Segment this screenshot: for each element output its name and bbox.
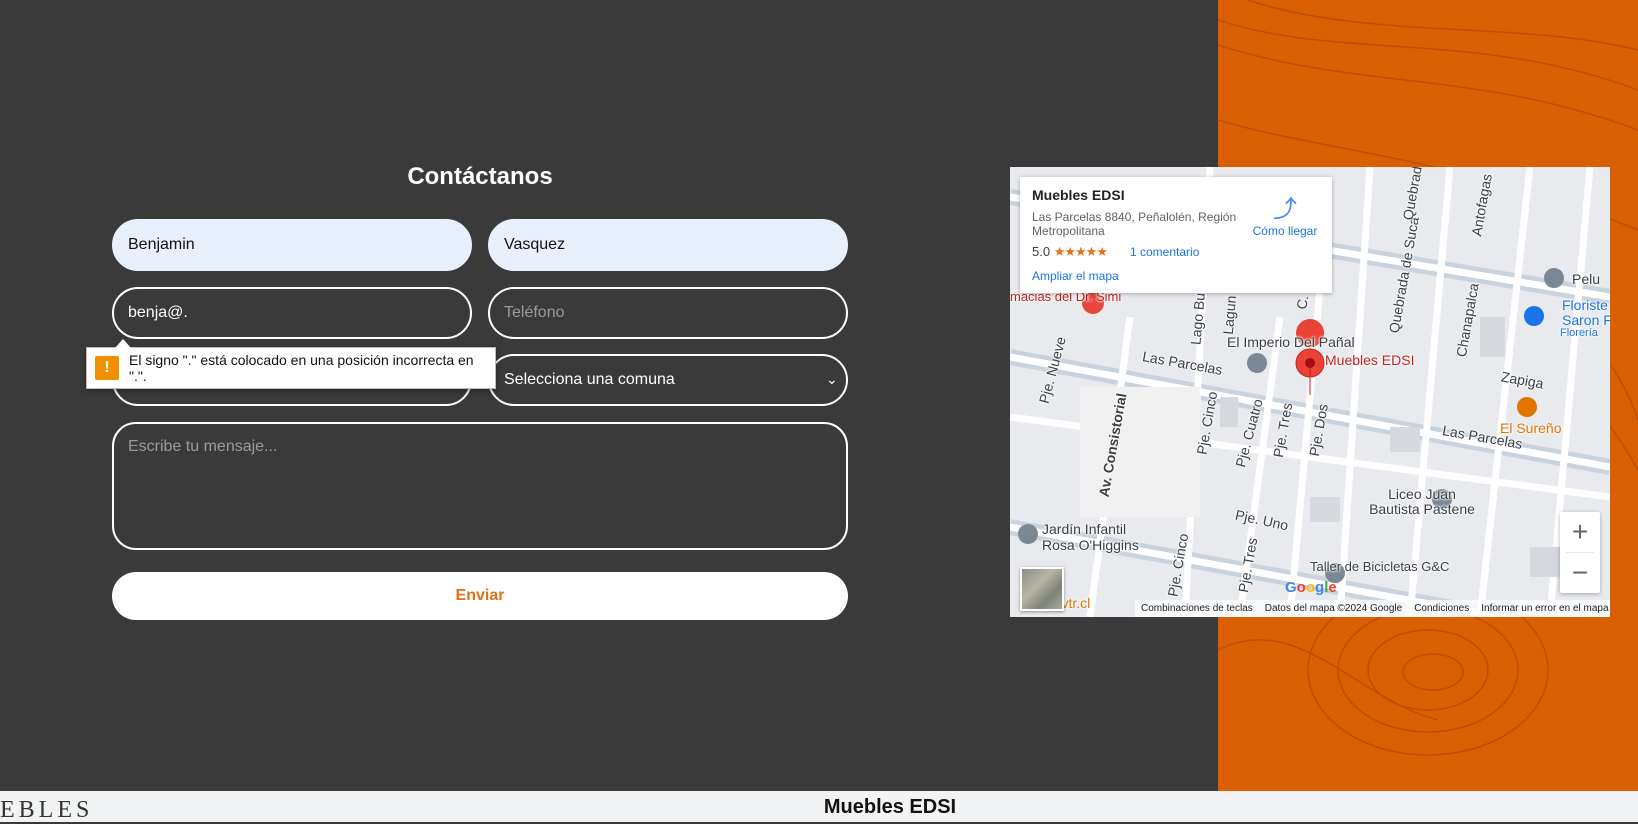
report-error-link[interactable]: Informar un error en el mapa [1481,603,1608,614]
map-label-taller: Taller de Bicicletas G&C [1310,559,1450,574]
validation-message: El signo "." está colocado en una posici… [128,352,474,384]
map-label-jardin-2: Rosa O'Higgins [1042,537,1139,553]
message-textarea[interactable] [112,422,848,550]
zoom-controls: + − [1560,512,1600,593]
warning-icon: ! [95,356,119,380]
map-label-imperio: El Imperio Del Pañal [1227,334,1355,350]
keyboard-shortcuts-link[interactable]: Combinaciones de teclas [1141,603,1253,614]
satellite-toggle[interactable] [1020,567,1064,611]
directions-button[interactable]: ⤴ Cómo llegar [1250,189,1320,238]
zoom-out-button[interactable]: − [1560,553,1600,593]
map-label-lagun: Lagun [1219,294,1240,336]
map-label-floristeria-1: Floriste [1562,297,1608,313]
map-label-jardin-1: Jardín Infantil [1042,521,1127,537]
submit-button[interactable]: Enviar [112,572,848,620]
email-input[interactable] [112,287,472,339]
validation-tooltip: ! El signo "." está colocado en una posi… [86,339,496,389]
google-logo: Google [1285,579,1337,596]
rating-value: 5.0 [1032,244,1051,259]
directions-label: Cómo llegar [1252,224,1318,238]
enlarge-map-link[interactable]: Ampliar el mapa [1032,269,1119,283]
google-map[interactable]: macias del Dr. Simi El Imperio Del Pañal… [1010,167,1610,617]
comuna-selected-label: Selecciona una comuna [504,371,675,388]
map-data-text: Datos del mapa ©2024 Google [1264,603,1403,614]
footer-bar: EBLES Muebles EDSI [0,791,1638,823]
place-address: Las Parcelas 8840, Peñalolén, Región Met… [1032,210,1237,238]
map-label-floreria: Florería [1560,327,1598,339]
reviews-link[interactable]: 1 comentario [1130,245,1199,259]
map-label-floristeria-2: Saron F [1562,312,1610,328]
place-info-card: Muebles EDSI Las Parcelas 8840, Peñalolé… [1020,177,1332,293]
phone-input[interactable] [488,287,848,339]
map-label-liceo: Liceo Juan Bautista Pastene [1369,486,1475,517]
last-name-input[interactable] [488,219,848,271]
map-label-pelu: Pelu [1572,271,1601,287]
footer-brand: Muebles EDSI [823,796,957,818]
first-name-input[interactable] [112,219,472,271]
map-label-pin: Muebles EDSI [1325,352,1415,368]
place-rating: 5.0 ★★★★★ [1032,244,1108,260]
zoom-in-button[interactable]: + [1560,512,1600,552]
directions-icon: ⤴ [1273,196,1297,223]
rating-stars: ★★★★★ [1053,244,1108,259]
comuna-select[interactable]: Selecciona una comuna [488,354,848,406]
map-attribution: Combinaciones de teclas Datos del mapa ©… [1135,600,1610,617]
contact-title: Contáctanos [407,163,553,190]
terms-link[interactable]: Condiciones [1414,603,1469,614]
place-name: Muebles EDSI [1032,187,1125,203]
map-label-el-sureno: El Sureño [1500,420,1562,436]
